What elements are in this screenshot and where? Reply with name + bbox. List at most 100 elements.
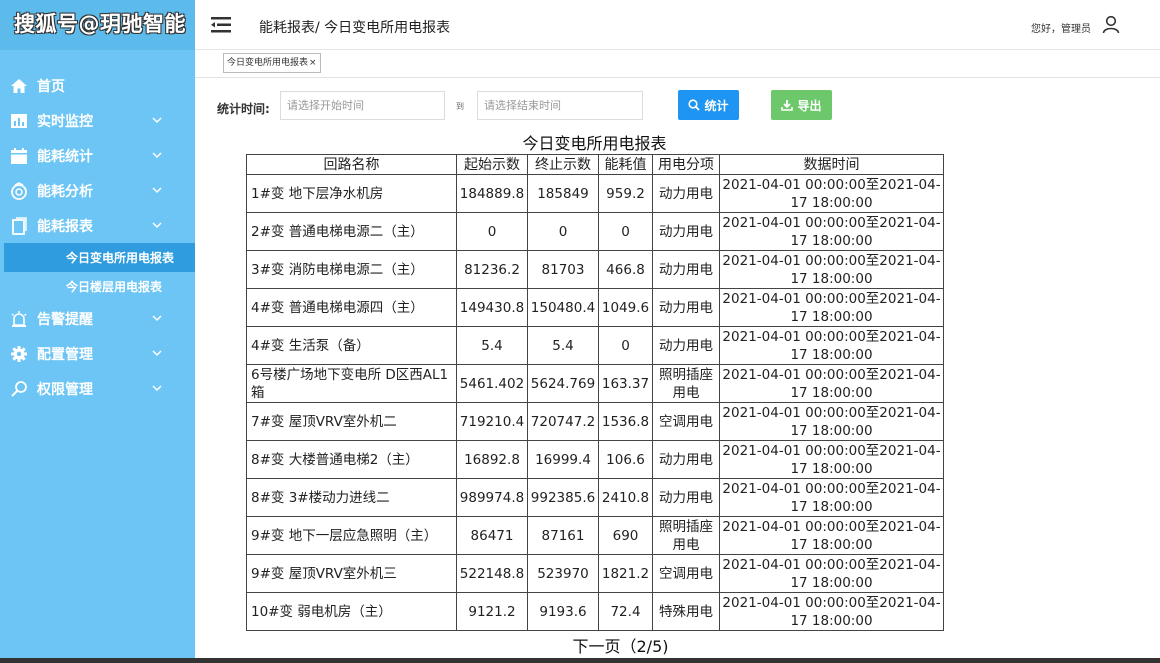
category-cell: 动力用电 bbox=[652, 326, 720, 365]
end-reading-cell: 81703 bbox=[527, 250, 599, 289]
table-row: 7#变 屋顶VRV室外机二 719210.4 720747.2 1536.8 空调用电 2… bbox=[246, 402, 944, 441]
export-button-label: 导出 bbox=[797, 98, 822, 113]
sidebar-item-config[interactable]: 配置管理 bbox=[0, 336, 195, 371]
bottom-border bbox=[0, 658, 1160, 663]
circuit-name-cell: 2#变 普通电梯电源二（主） bbox=[246, 212, 457, 251]
consumption-cell: 0 bbox=[598, 326, 653, 365]
consumption-cell: 466.8 bbox=[598, 250, 653, 289]
tab-bar: 今日变电所用电报表× bbox=[195, 50, 1160, 78]
end-reading-cell: 16999.4 bbox=[527, 440, 599, 479]
start-reading-cell: 149430.8 bbox=[456, 288, 528, 327]
sidebar-item-label: 实时监控 bbox=[37, 114, 93, 130]
gear-icon bbox=[11, 346, 27, 362]
end-reading-cell: 5.4 bbox=[527, 326, 599, 365]
category-cell: 动力用电 bbox=[652, 478, 720, 517]
alarm-icon bbox=[11, 311, 27, 327]
data-time-cell: 2021-04-01 00:00:00至2021-04-17 18:00:00 bbox=[719, 554, 944, 593]
category-cell: 空调用电 bbox=[652, 402, 720, 441]
end-reading-cell: 0 bbox=[527, 212, 599, 251]
category-cell: 动力用电 bbox=[652, 212, 720, 251]
start-time-input[interactable] bbox=[280, 91, 445, 120]
sidebar-item-alarm[interactable]: 告警提醒 bbox=[0, 301, 195, 336]
export-button[interactable]: 导出 bbox=[771, 90, 832, 120]
start-reading-cell: 989974.8 bbox=[456, 478, 528, 517]
start-reading-cell: 0 bbox=[456, 212, 528, 251]
top-header: 能耗报表/ 今日变电所用电报表 您好，管理员 bbox=[195, 0, 1160, 50]
sidebar-item-report[interactable]: 能耗报表 bbox=[0, 208, 195, 243]
data-time-cell: 2021-04-01 00:00:00至2021-04-17 18:00:00 bbox=[719, 326, 944, 365]
data-time-cell: 2021-04-01 00:00:00至2021-04-17 18:00:00 bbox=[719, 402, 944, 441]
data-time-cell: 2021-04-01 00:00:00至2021-04-17 18:00:00 bbox=[719, 250, 944, 289]
chevron-down-icon bbox=[152, 152, 162, 159]
to-label: 到 bbox=[456, 102, 464, 111]
sidebar-subitem-substation-report[interactable]: 今日变电所用电报表 bbox=[4, 243, 195, 272]
filter-label: 统计时间: bbox=[217, 102, 270, 116]
end-reading-cell: 9193.6 bbox=[527, 592, 599, 631]
sidebar-item-label: 配置管理 bbox=[37, 347, 93, 363]
search-icon bbox=[688, 99, 701, 111]
circuit-name-cell: 10#变 弱电机房（主） bbox=[246, 592, 457, 631]
home-icon bbox=[11, 79, 27, 93]
end-time-input[interactable] bbox=[477, 91, 643, 120]
consumption-cell: 72.4 bbox=[598, 592, 653, 631]
category-cell: 动力用电 bbox=[652, 288, 720, 327]
sidebar-item-permission[interactable]: 权限管理 bbox=[0, 371, 195, 406]
circuit-name-cell: 6号楼广场地下变电所 D区西AL1箱 bbox=[246, 364, 457, 403]
start-reading-cell: 719210.4 bbox=[456, 402, 528, 441]
category-cell: 动力用电 bbox=[652, 440, 720, 479]
table-row: 8#变 大楼普通电梯2（主） 16892.8 16999.4 106.6 动力用电 202… bbox=[246, 440, 944, 479]
sidebar-item-home[interactable]: 首页 bbox=[0, 68, 195, 103]
menu-toggle-icon[interactable] bbox=[209, 16, 231, 34]
circuit-name-cell: 1#变 地下层净水机房 bbox=[246, 174, 457, 213]
table-row: 1#变 地下层净水机房 184889.8 185849 959.2 动力用电 2021-0… bbox=[246, 174, 944, 213]
table-row: 8#变 3#楼动力进线二 989974.8 992385.6 2410.8 动力用电 20… bbox=[246, 478, 944, 517]
circuit-name-cell: 9#变 屋顶VRV室外机三 bbox=[246, 554, 457, 593]
sidebar-item-analysis[interactable]: 能耗分析 bbox=[0, 173, 195, 208]
data-time-cell: 2021-04-01 00:00:00至2021-04-17 18:00:00 bbox=[719, 288, 944, 327]
sidebar-item-label: 能耗统计 bbox=[37, 149, 93, 165]
sidebar-item-monitor[interactable]: 实时监控 bbox=[0, 103, 195, 138]
start-reading-cell: 81236.2 bbox=[456, 250, 528, 289]
sidebar-item-label: 首页 bbox=[37, 79, 65, 95]
category-cell: 特殊用电 bbox=[652, 592, 720, 631]
breadcrumb: 能耗报表/ 今日变电所用电报表 bbox=[259, 20, 451, 36]
table-row: 2#变 普通电梯电源二（主） 0 0 0 动力用电 2021-04-01 00:00:00… bbox=[246, 212, 944, 251]
table-row: 9#变 屋顶VRV室外机三 522148.8 523970 1821.2 空调用电 202… bbox=[246, 554, 944, 593]
sidebar-item-label: 能耗报表 bbox=[37, 219, 93, 235]
data-time-cell: 2021-04-01 00:00:00至2021-04-17 18:00:00 bbox=[719, 212, 944, 251]
stat-button[interactable]: 统计 bbox=[678, 90, 739, 120]
category-cell: 照明插座用电 bbox=[652, 516, 720, 555]
circuit-name-cell: 4#变 普通电梯电源四（主） bbox=[246, 288, 457, 327]
end-reading-cell: 150480.4 bbox=[527, 288, 599, 327]
end-reading-cell: 87161 bbox=[527, 516, 599, 555]
chevron-down-icon bbox=[152, 222, 162, 229]
sidebar-subitem-floor-report[interactable]: 今日楼层用电报表 bbox=[0, 272, 195, 301]
column-header: 起始示数 bbox=[456, 154, 528, 175]
sidebar-item-statistics[interactable]: 能耗统计 bbox=[0, 138, 195, 173]
sidebar-item-label: 权限管理 bbox=[37, 382, 93, 398]
report-table: 回路名称 起始示数 终止示数 能耗值 用电分项 数据时间 1#变 地下层净水机房… bbox=[246, 154, 944, 631]
column-header: 回路名称 bbox=[246, 154, 457, 175]
consumption-cell: 690 bbox=[598, 516, 653, 555]
tab-substation-report[interactable]: 今日变电所用电报表× bbox=[223, 53, 321, 73]
next-page-link[interactable]: 下一页（2/5) bbox=[246, 633, 995, 657]
consumption-cell: 1536.8 bbox=[598, 402, 653, 441]
sidebar-item-label: 能耗分析 bbox=[37, 184, 93, 200]
tab-label: 今日变电所用电报表 bbox=[227, 58, 309, 68]
calendar-icon bbox=[11, 148, 27, 164]
consumption-cell: 0 bbox=[598, 212, 653, 251]
start-reading-cell: 86471 bbox=[456, 516, 528, 555]
data-time-cell: 2021-04-01 00:00:00至2021-04-17 18:00:00 bbox=[719, 592, 944, 631]
end-reading-cell: 5624.769 bbox=[527, 364, 599, 403]
table-row: 10#变 弱电机房（主） 9121.2 9193.6 72.4 特殊用电 2021-04-… bbox=[246, 592, 944, 631]
user-icon[interactable] bbox=[1102, 15, 1120, 34]
category-cell: 动力用电 bbox=[652, 174, 720, 213]
close-icon[interactable]: × bbox=[309, 58, 317, 68]
data-time-cell: 2021-04-01 00:00:00至2021-04-17 18:00:00 bbox=[719, 478, 944, 517]
stat-button-label: 统计 bbox=[704, 98, 729, 113]
chevron-down-icon bbox=[152, 385, 162, 392]
chevron-down-icon bbox=[152, 315, 162, 322]
start-reading-cell: 16892.8 bbox=[456, 440, 528, 479]
end-reading-cell: 992385.6 bbox=[527, 478, 599, 517]
start-reading-cell: 522148.8 bbox=[456, 554, 528, 593]
